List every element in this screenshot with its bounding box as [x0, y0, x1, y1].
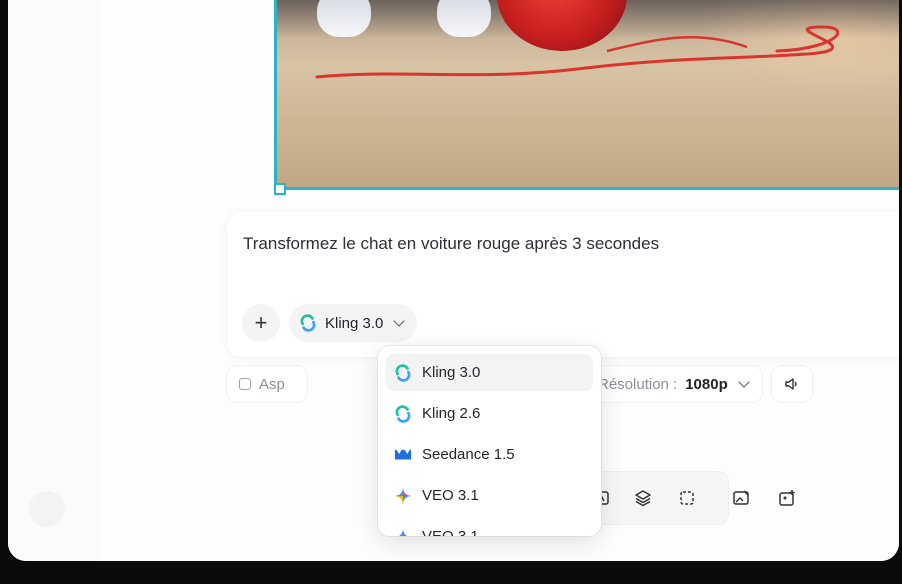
dropdown-item-label: Kling 2.6 — [422, 405, 481, 422]
image-add-icon[interactable] — [777, 488, 797, 508]
aspect-ratio-icon — [239, 378, 251, 390]
veo-sparkle-icon — [397, 528, 409, 536]
app-window: Transformez le chat en voiture rouge apr… — [8, 0, 899, 561]
dropdown-item-veo-3-1-alt[interactable]: VEO 3.1 — [386, 518, 593, 536]
dropdown-item-label: VEO 3.1 — [422, 487, 479, 504]
dropdown-item-label: Kling 3.0 — [422, 364, 481, 381]
kling-logo-icon — [395, 363, 411, 382]
seedance-logo-icon — [394, 449, 412, 459]
dropdown-item-seedance-1-5[interactable]: Seedance 1.5 — [386, 436, 593, 473]
dropdown-item-label: Seedance 1.5 — [422, 446, 515, 463]
kling-logo-icon — [395, 404, 411, 423]
model-dropdown: Kling 3.0 Kling 2.6 Seedance 1.5 VEO 3.1 — [378, 346, 601, 536]
model-select[interactable]: Kling 3.0 — [289, 304, 418, 342]
image-edit-icon[interactable] — [731, 488, 751, 508]
avatar[interactable] — [29, 491, 65, 527]
yarn-string — [315, 25, 840, 79]
prompt-card[interactable]: Transformez le chat en voiture rouge apr… — [227, 212, 899, 357]
veo-sparkle-icon — [394, 487, 412, 504]
left-sidebar — [8, 0, 99, 561]
dropdown-item-label: VEO 3.1 — [422, 528, 479, 536]
resolution-label: Résolution : — [598, 375, 678, 393]
video-frame-image[interactable] — [274, 0, 899, 190]
dropdown-item-kling-3-0[interactable]: Kling 3.0 — [386, 354, 593, 391]
chevron-down-icon — [738, 376, 750, 388]
kling-logo-icon — [300, 314, 316, 332]
prompt-text[interactable]: Transformez le chat en voiture rouge apr… — [243, 234, 659, 254]
layers-icon[interactable] — [633, 488, 653, 508]
plus-icon: + — [254, 310, 268, 335]
speaker-icon — [785, 378, 797, 390]
model-select-label: Kling 3.0 — [325, 314, 384, 332]
dropdown-item-veo-3-1[interactable]: VEO 3.1 — [386, 477, 593, 514]
add-button[interactable]: + — [242, 304, 280, 342]
resolution-value: 1080p — [685, 375, 728, 393]
dropdown-item-kling-2-6[interactable]: Kling 2.6 — [386, 395, 593, 432]
select-frame-icon[interactable] — [677, 488, 697, 508]
aspect-ratio-label: Asp — [259, 375, 285, 393]
aspect-ratio-select[interactable]: Asp — [227, 366, 307, 402]
chevron-down-icon — [393, 315, 406, 327]
audio-toggle[interactable] — [772, 366, 812, 402]
resize-handle[interactable] — [274, 183, 286, 195]
